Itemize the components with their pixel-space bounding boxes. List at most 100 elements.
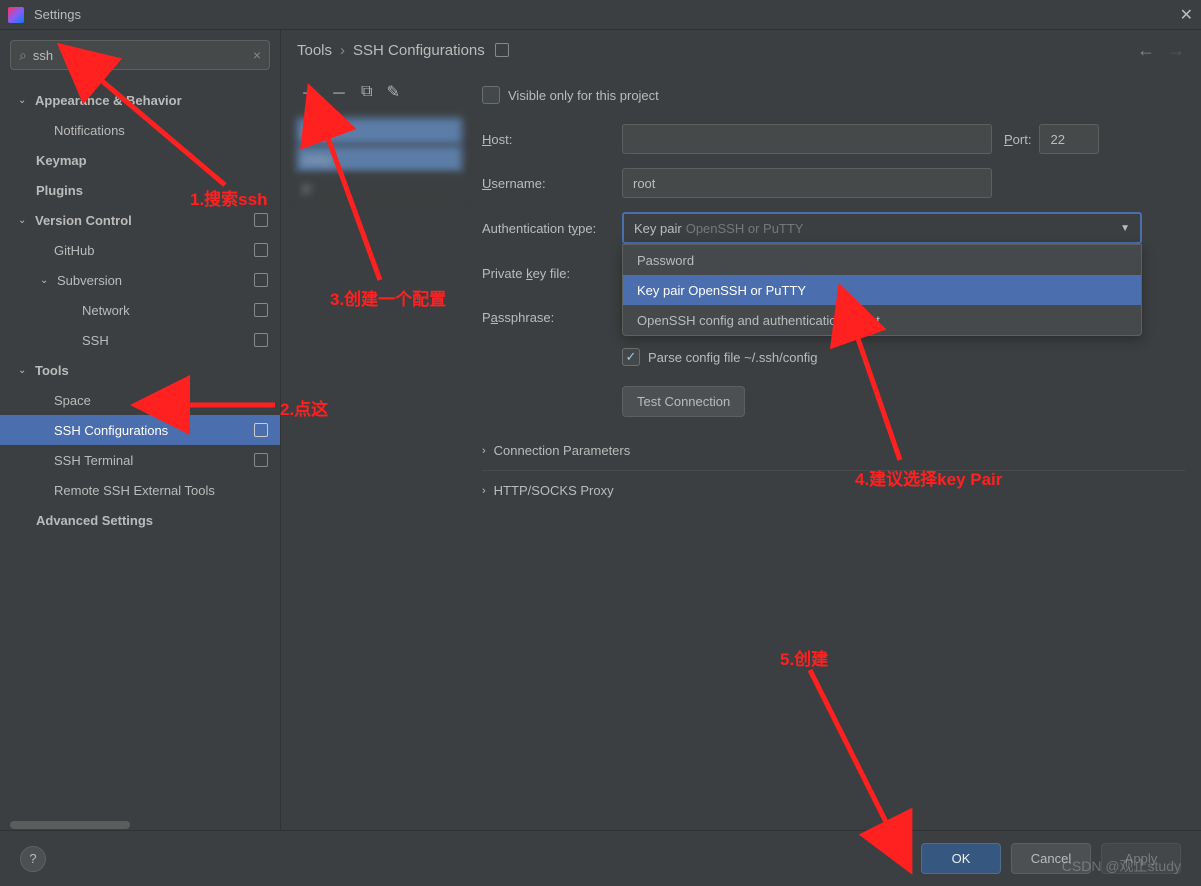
visible-only-label: Visible only for this project — [508, 88, 659, 103]
search-box[interactable]: ⌕ × — [10, 40, 270, 70]
project-scope-icon — [495, 43, 509, 57]
tree-item-subversion[interactable]: ⌄ Subversion — [0, 265, 280, 295]
tree-item-remote-ssh[interactable]: Remote SSH External Tools — [0, 475, 280, 505]
chevron-right-icon: › — [482, 445, 486, 457]
tree-label: SSH Terminal — [54, 453, 133, 468]
dropdown-option-password[interactable]: Password — [623, 245, 1141, 275]
port-label: Port: — [1004, 132, 1031, 147]
section-label: Connection Parameters — [494, 443, 631, 458]
parse-config-label: Parse config file ~/.ssh/config — [648, 350, 817, 365]
tree-label: Space — [54, 393, 91, 408]
app-icon — [8, 7, 24, 23]
window-title: Settings — [34, 7, 81, 22]
host-input[interactable] — [622, 124, 992, 154]
tree-label: Tools — [35, 363, 69, 378]
parse-config-checkbox[interactable] — [622, 348, 640, 366]
tree-label: SSH — [82, 333, 109, 348]
connection-params-section[interactable]: › Connection Parameters — [482, 431, 1185, 471]
tree-item-notifications[interactable]: Notifications — [0, 115, 280, 145]
close-icon[interactable]: ✕ — [1180, 5, 1193, 25]
dropdown-option-keypair[interactable]: Key pair OpenSSH or PuTTY — [623, 275, 1141, 305]
config-form: Visible only for this project Host: Port… — [462, 70, 1185, 830]
tree-item-ssh-terminal[interactable]: SSH Terminal — [0, 445, 280, 475]
chevron-down-icon: ⌄ — [18, 95, 30, 106]
tree-label: Plugins — [36, 183, 83, 198]
tree-label: Keymap — [36, 153, 87, 168]
chevron-down-icon: ▼ — [1120, 223, 1130, 234]
auth-type-label: Authentication type: — [482, 221, 622, 236]
tree-item-tools[interactable]: ⌄ Tools — [0, 355, 280, 385]
settings-content: Tools › SSH Configurations ← → ＋ － ⧉ ✎ e… — [281, 30, 1201, 830]
edit-icon[interactable]: ✎ — [386, 82, 399, 102]
auth-type-dropdown[interactable]: Key pair OpenSSH or PuTTY ▼ Password Key… — [622, 212, 1142, 244]
config-entry[interactable]: entry — [297, 146, 462, 172]
chevron-down-icon: ⌄ — [18, 365, 30, 376]
port-input[interactable] — [1039, 124, 1099, 154]
chevron-down-icon: ⌄ — [40, 275, 52, 286]
copy-icon[interactable]: ⧉ — [361, 83, 372, 101]
dialog-footer: ? OK Cancel Apply — [0, 830, 1201, 886]
settings-sidebar: ⌕ × ⌄ Appearance & Behavior Notification… — [0, 30, 281, 830]
config-toolbar: ＋ － ⧉ ✎ — [297, 70, 462, 114]
config-entry[interactable]: entry — [297, 118, 462, 144]
project-scope-icon — [254, 273, 268, 287]
host-label: Host: — [482, 132, 622, 147]
private-key-label: Private key file: — [482, 266, 622, 281]
tree-item-appearance[interactable]: ⌄ Appearance & Behavior — [0, 85, 280, 115]
chevron-right-icon: › — [482, 485, 486, 497]
tree-item-plugins[interactable]: Plugins — [0, 175, 280, 205]
search-icon: ⌕ — [19, 47, 27, 64]
scrollbar-thumb[interactable] — [10, 821, 130, 829]
project-scope-icon — [254, 453, 268, 467]
tree-item-advanced[interactable]: Advanced Settings — [0, 505, 280, 535]
project-scope-icon — [254, 423, 268, 437]
clear-icon[interactable]: × — [253, 47, 261, 63]
visible-only-checkbox[interactable] — [482, 86, 500, 104]
tree-item-github[interactable]: GitHub — [0, 235, 280, 265]
project-scope-icon — [254, 243, 268, 257]
tree-label: Appearance & Behavior — [35, 93, 182, 108]
test-connection-button[interactable]: Test Connection — [622, 386, 745, 417]
ok-button[interactable]: OK — [921, 843, 1001, 874]
remove-icon[interactable]: － — [331, 80, 347, 104]
proxy-section[interactable]: › HTTP/SOCKS Proxy — [482, 471, 1185, 510]
chevron-down-icon: ⌄ — [18, 215, 30, 226]
tree-label: Remote SSH External Tools — [54, 483, 215, 498]
tree-label: Subversion — [57, 273, 122, 288]
nav-back-icon[interactable]: ← — [1137, 40, 1155, 61]
section-label: HTTP/SOCKS Proxy — [494, 483, 614, 498]
dropdown-hint: OpenSSH or PuTTY — [686, 221, 804, 236]
username-label: Username: — [482, 176, 622, 191]
tree-label: Advanced Settings — [36, 513, 153, 528]
search-input[interactable] — [33, 48, 253, 63]
config-entries: entry entry p — [297, 118, 462, 200]
tree-label: GitHub — [54, 243, 94, 258]
tree-item-ssh-configurations[interactable]: SSH Configurations — [0, 415, 280, 445]
username-input[interactable] — [622, 168, 992, 198]
project-scope-icon — [254, 333, 268, 347]
tree-item-network[interactable]: Network — [0, 295, 280, 325]
breadcrumb-root[interactable]: Tools — [297, 42, 332, 59]
watermark: CSDN @观止study — [1062, 856, 1181, 876]
help-button[interactable]: ? — [20, 846, 46, 872]
title-bar: Settings ✕ — [0, 0, 1201, 30]
tree-item-keymap[interactable]: Keymap — [0, 145, 280, 175]
breadcrumb: Tools › SSH Configurations ← → — [281, 30, 1201, 70]
chevron-right-icon: › — [340, 42, 345, 59]
tree-label: Network — [82, 303, 130, 318]
dropdown-option-agent[interactable]: OpenSSH config and authentication agent — [623, 305, 1141, 335]
project-scope-icon — [254, 213, 268, 227]
dropdown-menu: Password Key pair OpenSSH or PuTTY OpenS… — [622, 244, 1142, 336]
tree-label: Notifications — [54, 123, 125, 138]
tree-item-vcs[interactable]: ⌄ Version Control — [0, 205, 280, 235]
config-entry[interactable]: p — [297, 174, 462, 200]
nav-forward-icon[interactable]: → — [1167, 40, 1185, 61]
passphrase-label: Passphrase: — [482, 310, 622, 325]
config-list-column: ＋ － ⧉ ✎ entry entry p — [297, 70, 462, 830]
horizontal-scrollbar[interactable] — [0, 820, 280, 830]
settings-tree: ⌄ Appearance & Behavior Notifications Ke… — [0, 80, 280, 820]
tree-item-space[interactable]: Space — [0, 385, 280, 415]
add-icon[interactable]: ＋ — [301, 80, 317, 104]
tree-item-ssh[interactable]: SSH — [0, 325, 280, 355]
dropdown-value: Key pair — [634, 221, 682, 236]
